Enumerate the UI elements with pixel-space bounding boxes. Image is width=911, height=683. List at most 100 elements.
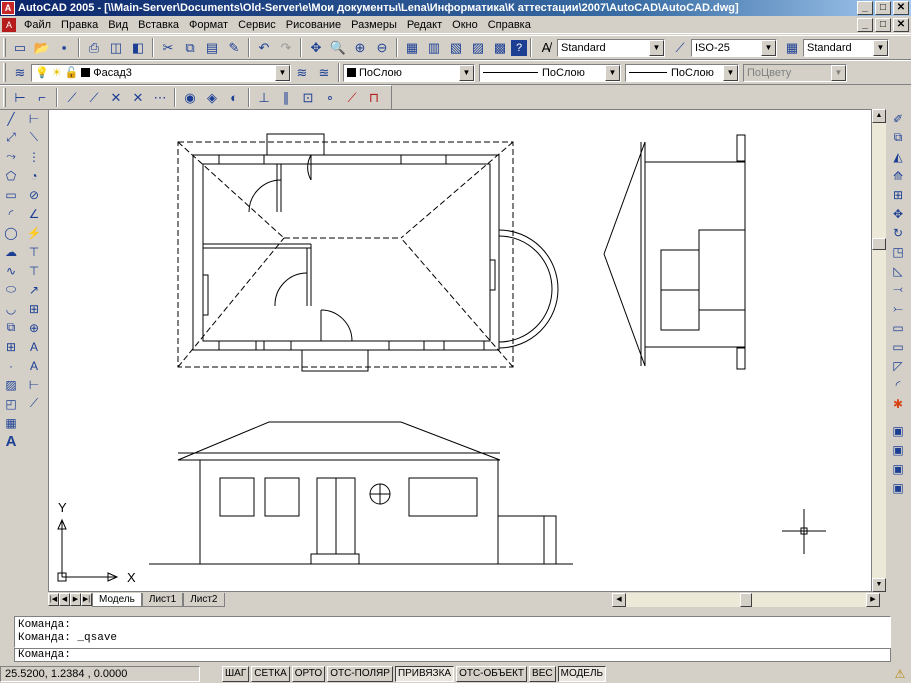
menu-view[interactable]: Вид [103,17,133,33]
dim-diameter-icon[interactable]: ⊘ [23,185,45,204]
dim-angular-icon[interactable]: ∠ [23,204,45,223]
snap-toggle[interactable]: ШАГ [222,665,250,682]
table-style-icon[interactable]: ▦ [781,37,803,59]
array-icon[interactable]: ⊞ [887,185,909,204]
send-back-icon[interactable]: ▣ [887,459,909,478]
spline-icon[interactable]: ∿ [0,261,22,280]
chevron-down-icon[interactable]: ▼ [873,39,888,56]
tolerance-icon[interactable]: ⊞ [23,299,45,318]
tab-layout2[interactable]: Лист2 [183,592,225,607]
copy-icon[interactable]: ⧉ [887,128,909,147]
chevron-down-icon[interactable]: ▼ [723,64,738,81]
quick-leader-icon[interactable]: ↗ [23,280,45,299]
layer-select[interactable]: 💡 ☀ 🔓 Фасад3 ▼ [31,63,291,82]
snap-none-icon[interactable]: ⊓ [363,87,385,109]
copy-icon[interactable]: ⧉ [179,37,201,59]
rotate-icon[interactable]: ↻ [887,223,909,242]
drawing-area[interactable]: Y X [48,109,872,592]
menu-modify[interactable]: Редакт [402,17,447,33]
paste-icon[interactable]: ▤ [201,37,223,59]
erase-icon[interactable]: ✐ [887,109,909,128]
menu-help[interactable]: Справка [483,17,536,33]
scroll-left-button[interactable]: ◀ [612,592,626,607]
snap-endpoint-icon[interactable]: ⟋ [61,87,83,109]
horizontal-scrollbar[interactable]: ◀ ▶ [612,592,880,607]
doc-restore-button[interactable]: □ [875,17,891,32]
first-tab-button[interactable]: |◀ [48,593,59,606]
snap-node-icon[interactable]: ∘ [319,87,341,109]
stretch-icon[interactable]: ◺ [887,261,909,280]
text-style-select[interactable]: Standard ▼ [557,38,665,57]
dim-radius-icon[interactable]: ◔ [23,166,45,185]
temp-track-icon[interactable]: ⊢ [9,87,31,109]
prev-tab-button[interactable]: ◀ [59,593,70,606]
scale-icon[interactable]: ◳ [887,242,909,261]
chevron-down-icon[interactable]: ▼ [605,64,620,81]
dim-ordinate-icon[interactable]: ⋮ [23,147,45,166]
snap-quadrant-icon[interactable]: ◈ [201,87,223,109]
region-icon[interactable]: ◰ [0,394,22,413]
mirror-icon[interactable]: ◭ [887,147,909,166]
properties-icon[interactable]: ▦ [401,37,423,59]
table-style-select[interactable]: Standard ▼ [803,38,889,57]
design-center-icon[interactable]: ▥ [423,37,445,59]
bring-front-icon[interactable]: ▣ [887,440,909,459]
osnap-toggle[interactable]: ПРИВЯЗКА [394,665,455,682]
dim-text-edit-icon[interactable]: A [23,356,45,375]
snap-intersection-icon[interactable]: ✕ [105,87,127,109]
undo-icon[interactable]: ↶ [253,37,275,59]
vertical-scroll-thumb[interactable] [872,238,886,250]
chevron-down-icon[interactable]: ▼ [275,64,290,81]
toolbar-grip[interactable] [3,38,6,57]
tab-model[interactable]: Модель [92,592,142,607]
chevron-down-icon[interactable]: ▼ [459,64,474,81]
tab-layout1[interactable]: Лист1 [141,592,184,607]
move-icon[interactable]: ✥ [887,204,909,223]
lineweight-select[interactable]: ПоСлою ▼ [625,63,739,82]
text-style-icon[interactable]: A̸ [535,37,557,59]
zoom-realtime-icon[interactable]: 🔍 [327,37,349,59]
horizontal-scroll-thumb[interactable] [740,592,752,607]
menu-edit[interactable]: Правка [56,17,103,33]
markup-icon[interactable]: ▩ [489,37,511,59]
offset-icon[interactable]: ⟰ [887,166,909,185]
drawing-canvas[interactable]: Y X [49,110,871,591]
break-icon[interactable]: ▭ [887,318,909,337]
menu-dimension[interactable]: Размеры [346,17,402,33]
dim-style-icon[interactable]: ⟋ [669,37,691,59]
publish-icon[interactable]: ◧ [127,37,149,59]
maximize-button[interactable]: □ [875,1,891,15]
center-mark-icon[interactable]: ⊕ [23,318,45,337]
ellipse-arc-icon[interactable]: ◡ [0,299,22,318]
snap-nearest-icon[interactable]: ⟋ [341,87,363,109]
preview-icon[interactable]: ◫ [105,37,127,59]
hatch-icon[interactable]: ▨ [0,375,22,394]
scroll-up-button[interactable]: ▲ [872,109,886,123]
menu-window[interactable]: Окно [447,17,483,33]
polygon-icon[interactable]: ⬠ [0,166,22,185]
redo-icon[interactable]: ↷ [275,37,297,59]
toolbar-grip[interactable] [3,63,6,82]
match-properties-icon[interactable]: ✎ [223,37,245,59]
polar-toggle[interactable]: ОТС-ПОЛЯР [327,665,393,682]
tool-palettes-icon[interactable]: ▧ [445,37,467,59]
open-icon[interactable]: 📂 [31,37,53,59]
menu-file[interactable]: Файл [19,17,56,33]
minimize-button[interactable]: _ [857,1,873,15]
snap-tangent-icon[interactable]: ◐ [223,87,245,109]
coordinates-display[interactable]: 25.5200, 1.2384 , 0.0000 [0,665,200,682]
layer-manager-icon[interactable]: ≋ [9,62,31,84]
snap-insert-icon[interactable]: ⊡ [297,87,319,109]
make-block-icon[interactable]: ⊞ [0,337,22,356]
make-current-layer-icon[interactable]: ≋ [291,62,313,84]
chevron-down-icon[interactable]: ▼ [649,39,664,56]
vertical-scrollbar[interactable]: ▲ ▼ [872,109,886,592]
snap-extension-icon[interactable]: ⋯ [149,87,171,109]
menu-draw[interactable]: Рисование [281,17,346,33]
scroll-down-button[interactable]: ▼ [872,578,886,592]
menu-format[interactable]: Формат [184,17,233,33]
point-icon[interactable]: · [0,356,22,375]
new-icon[interactable]: ▭ [9,37,31,59]
document-icon[interactable]: A [2,17,16,32]
snap-from-icon[interactable]: ⌐ [31,87,53,109]
